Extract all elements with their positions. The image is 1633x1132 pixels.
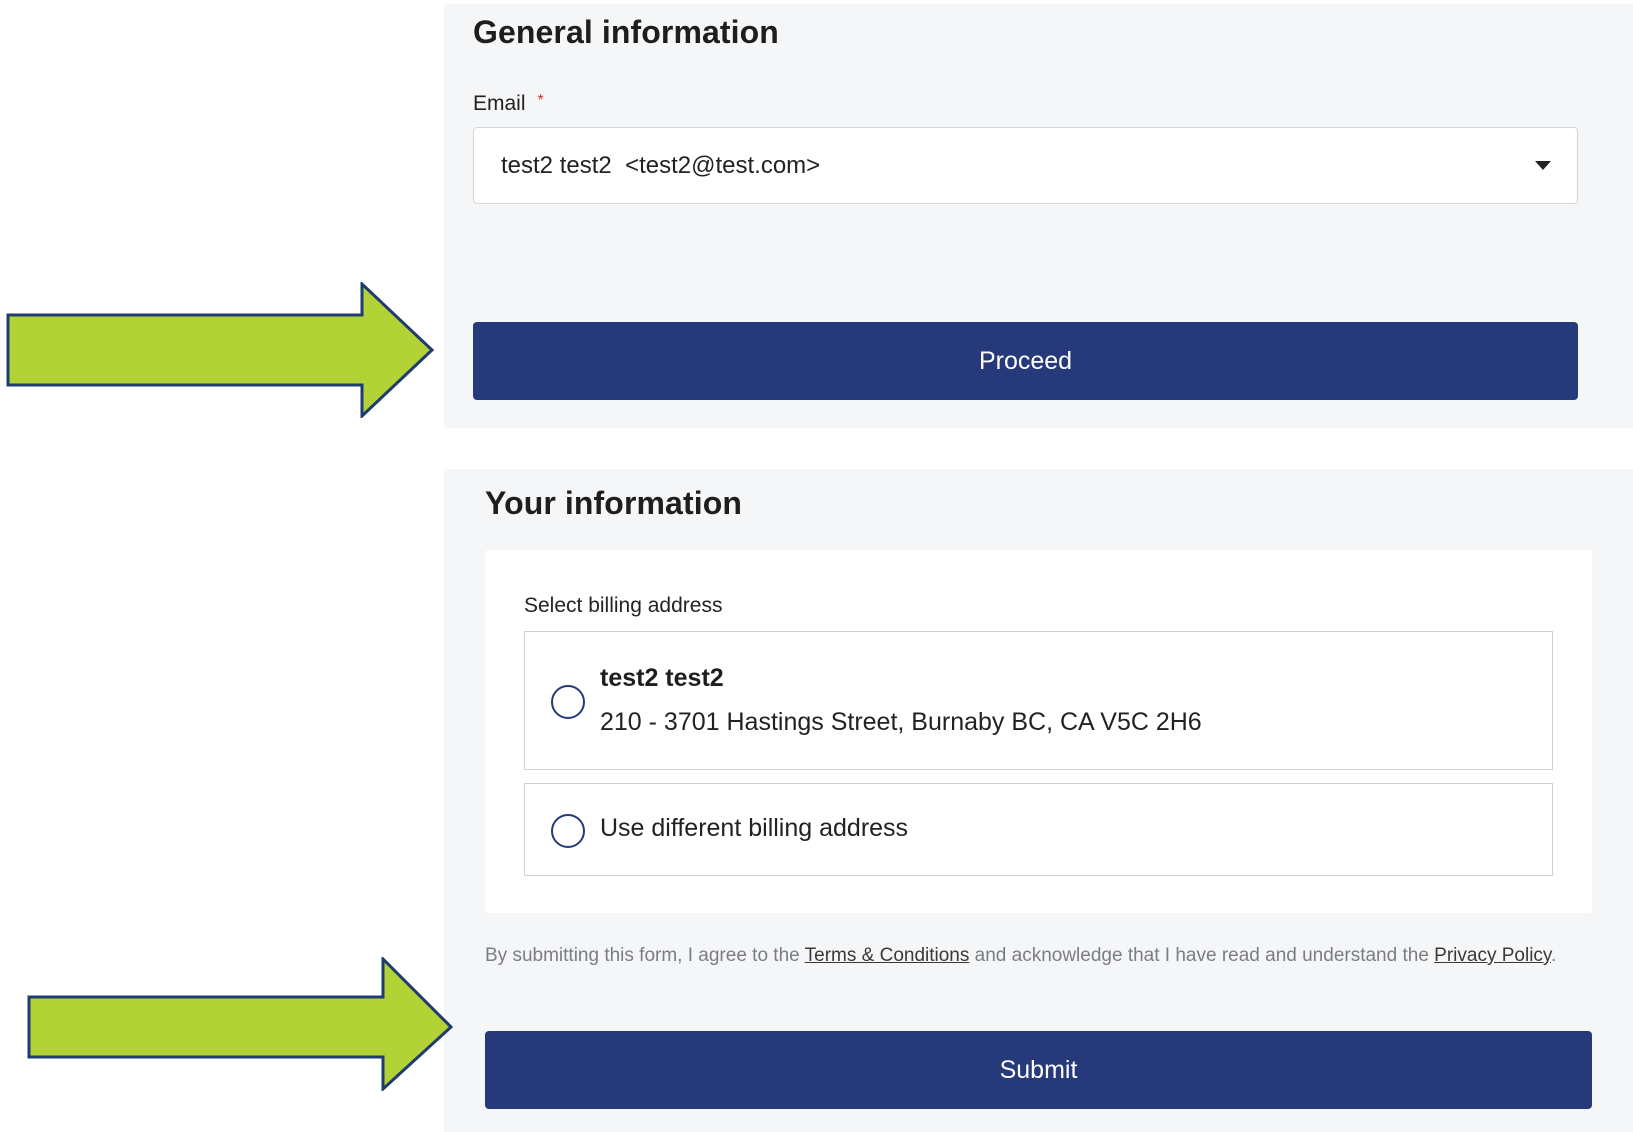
consent-middle: and acknowledge that I have read and und…: [969, 945, 1435, 966]
required-asterisk: *: [537, 92, 544, 109]
saved-address-name: test2 test2: [600, 664, 724, 692]
arrow-proceed-shape: [6, 282, 435, 418]
your-information-panel: Your information Select billing address …: [444, 469, 1633, 1132]
email-label-text: Email: [473, 92, 526, 115]
radio-saved-address[interactable]: [551, 685, 585, 719]
your-information-title: Your information: [485, 485, 742, 521]
saved-address-line: 210 - 3701 Hastings Street, Burnaby BC, …: [600, 708, 1202, 736]
proceed-button[interactable]: Proceed: [473, 322, 1578, 400]
consent-text: By submitting this form, I agree to the …: [485, 938, 1595, 974]
radio-different-address[interactable]: [551, 814, 585, 848]
general-information-panel: General information Email * test2 test2 <…: [444, 4, 1633, 428]
arrow-submit-shape: [27, 957, 454, 1091]
arrow-right-icon: [6, 282, 435, 418]
different-address-label: Use different billing address: [600, 814, 909, 842]
billing-option-different-address[interactable]: Use different billing address: [524, 783, 1553, 876]
terms-conditions-link[interactable]: Terms & Conditions: [805, 945, 970, 966]
consent-suffix: .: [1551, 945, 1557, 966]
caret-down-icon: [1535, 161, 1551, 170]
billing-address-card: Select billing address test2 test2 210 -…: [485, 550, 1592, 913]
billing-address-label: Select billing address: [524, 594, 723, 617]
email-label: Email *: [473, 92, 544, 116]
arrow-right-icon: [27, 957, 454, 1091]
email-select-value: test2 test2 <test2@test.com>: [501, 152, 821, 179]
consent-prefix: By submitting this form, I agree to the: [485, 945, 805, 966]
billing-option-saved-address[interactable]: test2 test2 210 - 3701 Hastings Street, …: [524, 631, 1553, 770]
privacy-policy-link[interactable]: Privacy Policy: [1434, 945, 1551, 966]
submit-button[interactable]: Submit: [485, 1031, 1592, 1109]
general-information-title: General information: [473, 14, 779, 50]
email-select[interactable]: test2 test2 <test2@test.com>: [473, 127, 1578, 204]
